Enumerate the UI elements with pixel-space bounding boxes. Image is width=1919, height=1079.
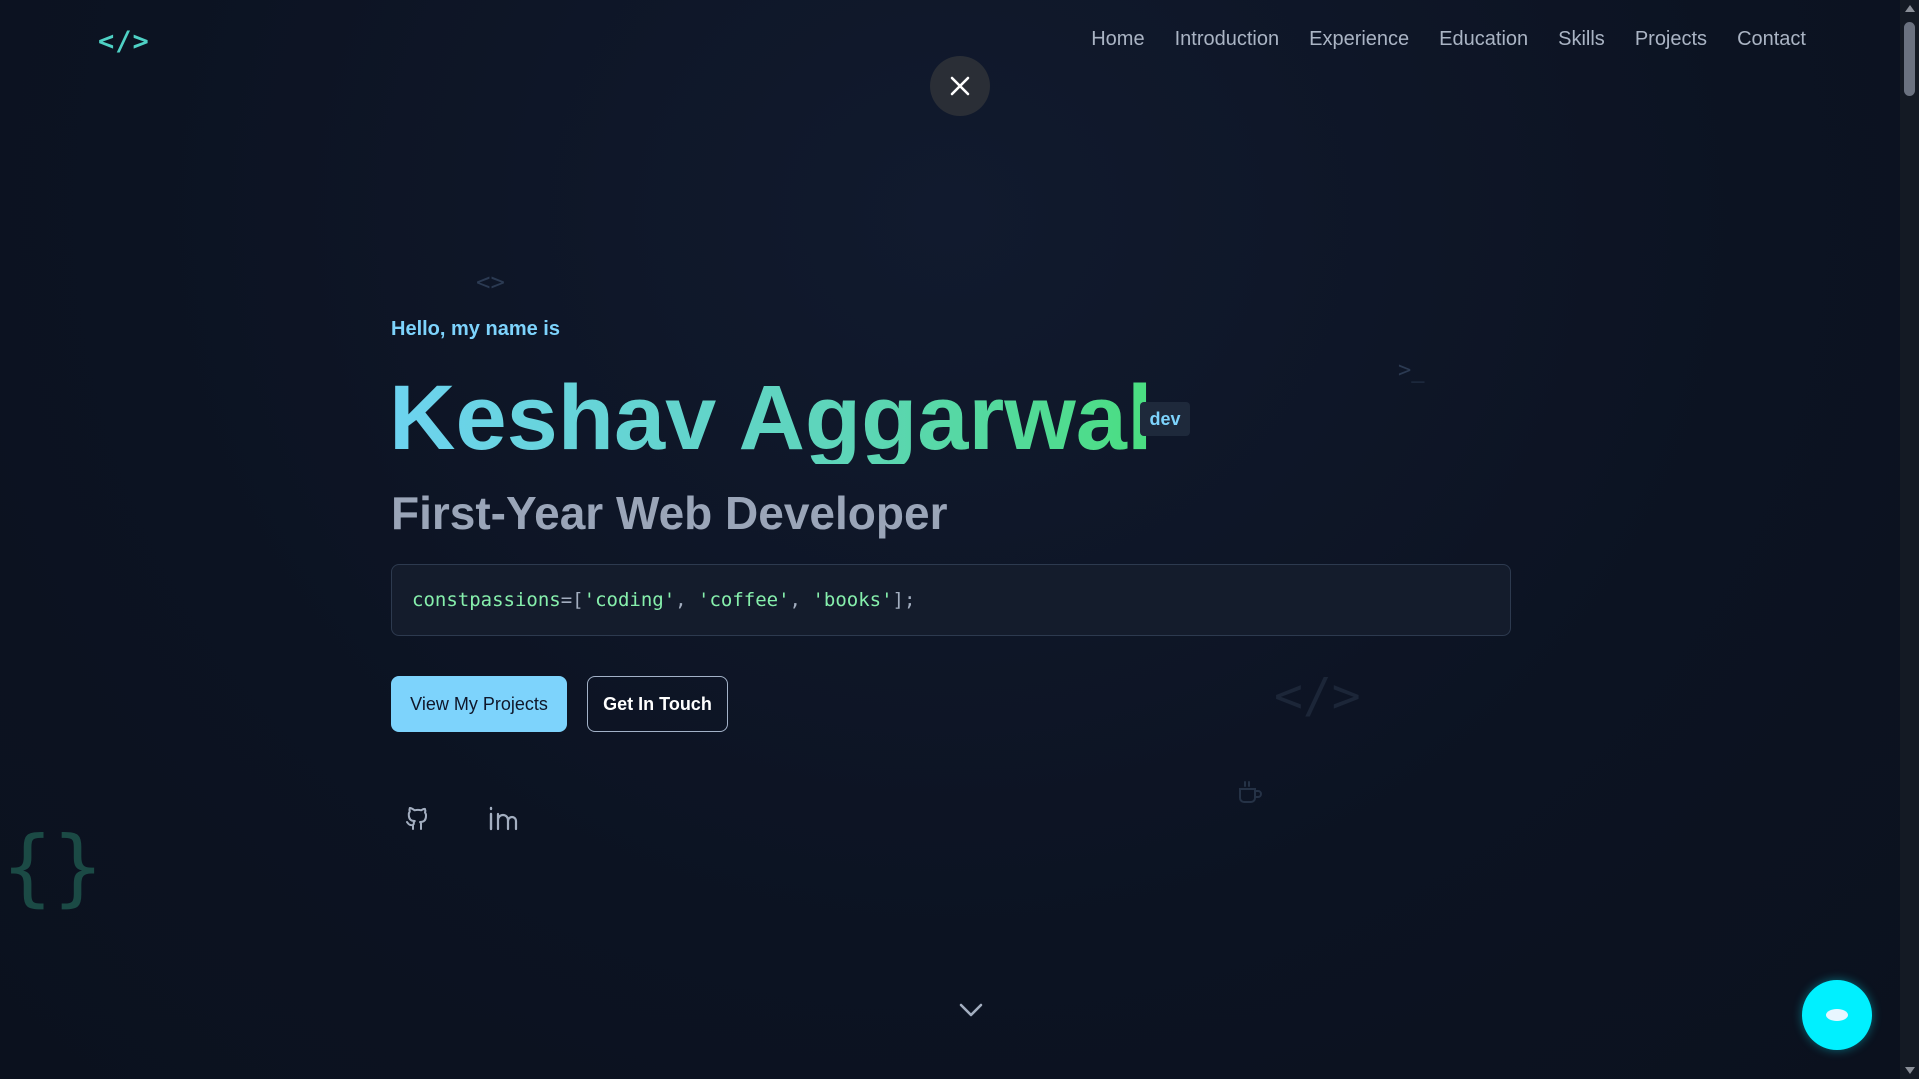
decorative-braces: {} [2,818,104,916]
nav-projects[interactable]: Projects [1635,28,1707,51]
nav-introduction[interactable]: Introduction [1175,28,1280,51]
chevron-down-icon [959,1003,983,1017]
view-projects-button[interactable]: View My Projects [391,676,567,732]
github-link[interactable] [404,804,430,837]
page: </> Home Introduction Experience Educati… [0,0,1900,1079]
page-scrollbar[interactable] [1900,0,1919,1079]
site-logo[interactable]: </> [98,26,150,57]
nav-skills[interactable]: Skills [1558,28,1605,51]
code-item: 'books' [812,589,893,611]
main-nav: Home Introduction Experience Education S… [1061,28,1806,51]
code-keyword: const [412,589,470,611]
scrollbar-thumb[interactable] [1904,22,1915,96]
nav-home[interactable]: Home [1091,28,1144,51]
chat-icon [1826,1009,1848,1021]
nav-education[interactable]: Education [1439,28,1528,51]
close-icon [950,76,970,96]
scroll-up-arrow-icon[interactable] [1905,5,1915,12]
chat-button[interactable] [1802,980,1872,1050]
scroll-down-arrow-icon[interactable] [1905,1067,1915,1074]
linkedin-link[interactable] [488,804,518,837]
nav-contact[interactable]: Contact [1737,28,1806,51]
hero-greeting: Hello, my name is [391,318,560,340]
nav-experience[interactable]: Experience [1309,28,1409,51]
code-identifier: passions [469,589,561,611]
github-icon [406,806,428,830]
decorative-prompt: >_ [1398,358,1425,383]
linkedin-icon [489,806,518,831]
code-operator: = [560,589,573,611]
close-button[interactable] [930,56,990,116]
get-in-touch-button[interactable]: Get In Touch [587,676,728,732]
code-item: 'coffee' [698,589,790,611]
dev-badge: dev [1140,402,1190,436]
code-snippet: const passions = ['coding', 'coffee', 'b… [391,564,1511,636]
hero-name: Keshav Aggarwal [389,368,1153,464]
hero-role: First-Year Web Developer [391,487,948,539]
code-item: 'coding' [583,589,676,611]
decorative-tag: </> [1274,668,1361,724]
coffee-cup-icon [1236,778,1264,810]
decorative-brackets: <> [476,268,505,296]
scroll-down-button[interactable] [958,1002,984,1023]
